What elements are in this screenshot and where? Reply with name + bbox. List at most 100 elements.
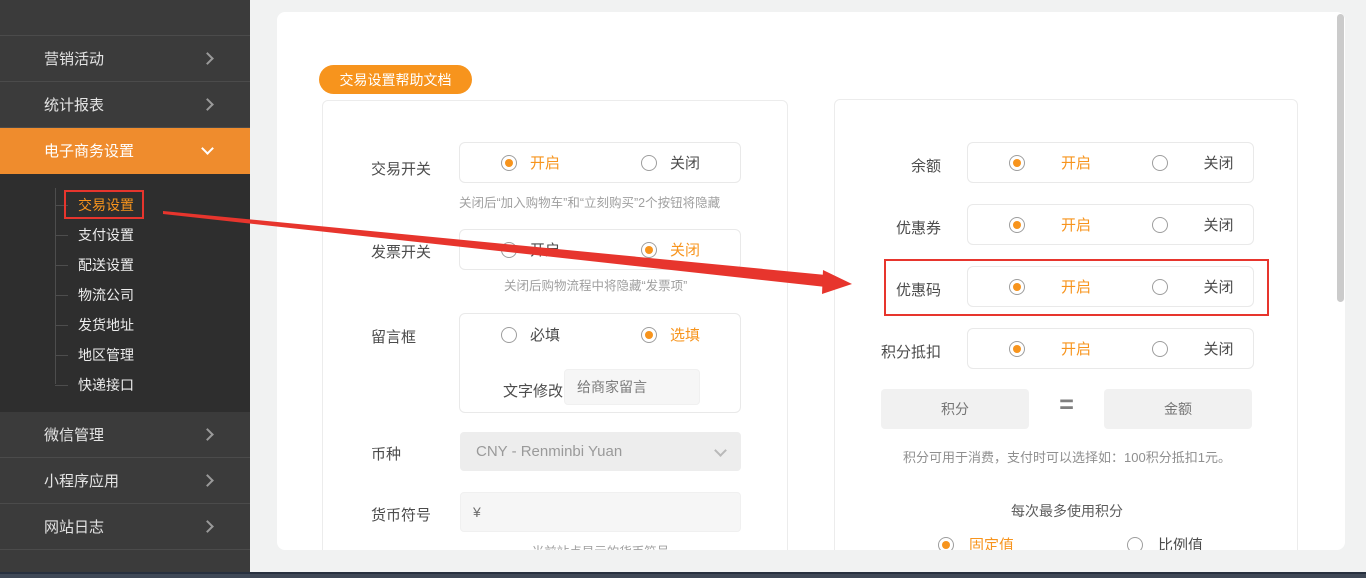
radio-on-selected[interactable] bbox=[1009, 340, 1025, 357]
currency-select-value: CNY - Renminbi Yuan bbox=[476, 443, 623, 460]
option-label: 固定值 bbox=[969, 537, 1015, 550]
trade-switch-off-option[interactable]: 关闭 bbox=[600, 143, 740, 182]
sidebar-item-miniprogram[interactable]: 小程序应用 bbox=[0, 458, 250, 504]
promo-code-label: 优惠码 bbox=[895, 282, 941, 299]
points-on-option[interactable]: 开启 bbox=[968, 329, 1111, 368]
promo-code-on-option[interactable]: 开启 bbox=[968, 267, 1111, 306]
trade-switch-on-option[interactable]: 开启 bbox=[460, 143, 600, 182]
submenu-item-label: 配送设置 bbox=[78, 257, 134, 273]
sidebar: 营销活动 统计报表 电子商务设置 交易设置 支付设置 配送设置 物流公司 发货地… bbox=[0, 0, 250, 572]
points-deduction-label: 积分抵扣 bbox=[880, 344, 941, 361]
radio-on[interactable] bbox=[501, 241, 517, 258]
invoice-switch-off-option[interactable]: 关闭 bbox=[600, 230, 740, 269]
radio-off[interactable] bbox=[1151, 154, 1168, 171]
submenu-item-label: 支付设置 bbox=[78, 227, 134, 243]
max-points-title: 每次最多使用积分 bbox=[1011, 503, 1123, 519]
sidebar-item-marketing[interactable]: 营销活动 bbox=[0, 36, 250, 82]
option-label: 开启 bbox=[530, 242, 561, 259]
trade-settings-panel: 交易开关 开启 关闭 关闭后“加入购物车”和“立刻购买”2个按钮将隐藏 发票开关… bbox=[322, 100, 788, 550]
invoice-switch-on-option[interactable]: 开启 bbox=[460, 230, 600, 269]
option-label: 开启 bbox=[530, 155, 561, 172]
option-label: 选填 bbox=[670, 327, 701, 344]
trade-switch-label: 交易开关 bbox=[371, 161, 432, 178]
sidebar-top-spacer bbox=[0, 0, 250, 36]
points-deduction-switch-group: 开启 关闭 bbox=[967, 328, 1254, 369]
currency-symbol-note: 当前站点显示的货币符号 bbox=[460, 541, 741, 550]
balance-label: 余额 bbox=[910, 158, 941, 175]
scrollbar-thumb[interactable] bbox=[1337, 14, 1344, 302]
help-doc-button[interactable]: 交易设置帮助文档 bbox=[319, 65, 472, 94]
equals-sign: = bbox=[1059, 391, 1074, 419]
option-label: 关闭 bbox=[670, 155, 701, 172]
message-box-label: 留言框 bbox=[371, 329, 417, 346]
submenu-item-label: 发货地址 bbox=[78, 317, 134, 333]
message-required-option[interactable]: 必填 bbox=[460, 314, 600, 355]
amount-value-input[interactable] bbox=[1104, 389, 1252, 429]
option-label: 开启 bbox=[1061, 217, 1092, 234]
radio-ratio[interactable] bbox=[1127, 536, 1143, 550]
submenu-item-logistics-company[interactable]: 物流公司 bbox=[0, 280, 250, 310]
sidebar-item-label: 微信管理 bbox=[44, 427, 105, 444]
submenu-item-express-interface[interactable]: 快递接口 bbox=[0, 370, 250, 400]
radio-fixed-selected[interactable] bbox=[938, 536, 954, 550]
radio-on-selected[interactable] bbox=[1009, 154, 1025, 171]
option-label: 必填 bbox=[530, 327, 561, 344]
balance-on-option[interactable]: 开启 bbox=[968, 143, 1111, 182]
sidebar-item-wechat[interactable]: 微信管理 bbox=[0, 412, 250, 458]
radio-off[interactable] bbox=[641, 154, 657, 171]
points-off-option[interactable]: 关闭 bbox=[1111, 329, 1254, 368]
payment-options-panel: 余额 开启 关闭 优惠券 开启 关闭 优惠码 开启 关闭 积分抵扣 开启 关闭 … bbox=[834, 99, 1298, 550]
submenu-item-shipping-address[interactable]: 发货地址 bbox=[0, 310, 250, 340]
option-label: 开启 bbox=[1061, 341, 1092, 358]
points-usage-note: 积分可用于消费，支付时可以选择如：100积分抵扣1元。 bbox=[903, 450, 1231, 465]
radio-off[interactable] bbox=[1151, 216, 1168, 233]
currency-select[interactable]: CNY - Renminbi Yuan bbox=[460, 432, 741, 471]
submenu-item-label: 地区管理 bbox=[78, 347, 134, 363]
submenu-item-trade-settings[interactable]: 交易设置 bbox=[0, 190, 250, 220]
radio-required[interactable] bbox=[501, 326, 517, 343]
radio-off[interactable] bbox=[1151, 340, 1168, 357]
radio-optional-selected[interactable] bbox=[641, 326, 657, 343]
max-points-ratio-option[interactable]: 比例值 bbox=[1127, 534, 1203, 550]
option-label: 关闭 bbox=[1203, 279, 1234, 296]
promo-code-off-option[interactable]: 关闭 bbox=[1111, 267, 1254, 306]
radio-on-selected[interactable] bbox=[501, 154, 517, 171]
sidebar-item-reports[interactable]: 统计报表 bbox=[0, 82, 250, 128]
submenu-item-payment-settings[interactable]: 支付设置 bbox=[0, 220, 250, 250]
transaction-settings-page: 营销活动 统计报表 电子商务设置 交易设置 支付设置 配送设置 物流公司 发货地… bbox=[0, 0, 1366, 578]
chevron-right-icon bbox=[201, 98, 214, 111]
balance-off-option[interactable]: 关闭 bbox=[1111, 143, 1254, 182]
coupon-off-option[interactable]: 关闭 bbox=[1111, 205, 1254, 244]
option-label: 开启 bbox=[1061, 155, 1092, 172]
option-label: 开启 bbox=[1061, 279, 1092, 296]
option-label: 关闭 bbox=[1203, 341, 1234, 358]
radio-off[interactable] bbox=[1151, 278, 1168, 295]
sidebar-item-site-logs[interactable]: 网站日志 bbox=[0, 504, 250, 550]
radio-off-selected[interactable] bbox=[641, 241, 657, 258]
radio-on-selected[interactable] bbox=[1009, 278, 1025, 295]
coupon-on-option[interactable]: 开启 bbox=[968, 205, 1111, 244]
trade-switch-note: 关闭后“加入购物车”和“立刻购买”2个按钮将隐藏 bbox=[459, 196, 721, 210]
submenu-item-region-management[interactable]: 地区管理 bbox=[0, 340, 250, 370]
points-value-input[interactable] bbox=[881, 389, 1029, 429]
submenu-item-label: 物流公司 bbox=[78, 287, 134, 303]
max-points-fixed-option[interactable]: 固定值 bbox=[938, 534, 1014, 550]
sidebar-item-label: 电子商务设置 bbox=[44, 143, 135, 160]
ecommerce-submenu: 交易设置 支付设置 配送设置 物流公司 发货地址 地区管理 快递接口 bbox=[0, 174, 250, 412]
option-label: 比例值 bbox=[1158, 537, 1204, 550]
option-label: 关闭 bbox=[1203, 217, 1234, 234]
currency-symbol-input[interactable] bbox=[460, 492, 741, 532]
taskbar-edge bbox=[0, 572, 1366, 578]
chevron-right-icon bbox=[201, 428, 214, 441]
sidebar-item-label: 统计报表 bbox=[44, 97, 105, 114]
submenu-item-delivery-settings[interactable]: 配送设置 bbox=[0, 250, 250, 280]
radio-on-selected[interactable] bbox=[1009, 216, 1025, 233]
merchant-message-input[interactable] bbox=[564, 369, 700, 405]
currency-label: 币种 bbox=[371, 446, 402, 463]
sidebar-item-label: 营销活动 bbox=[44, 51, 105, 68]
sidebar-item-ecommerce-settings[interactable]: 电子商务设置 bbox=[0, 128, 250, 174]
currency-symbol-label: 货币符号 bbox=[371, 507, 432, 524]
message-optional-option[interactable]: 选填 bbox=[600, 314, 740, 355]
invoice-switch-group: 开启 关闭 bbox=[459, 229, 741, 270]
promo-code-switch-group: 开启 关闭 bbox=[967, 266, 1254, 307]
